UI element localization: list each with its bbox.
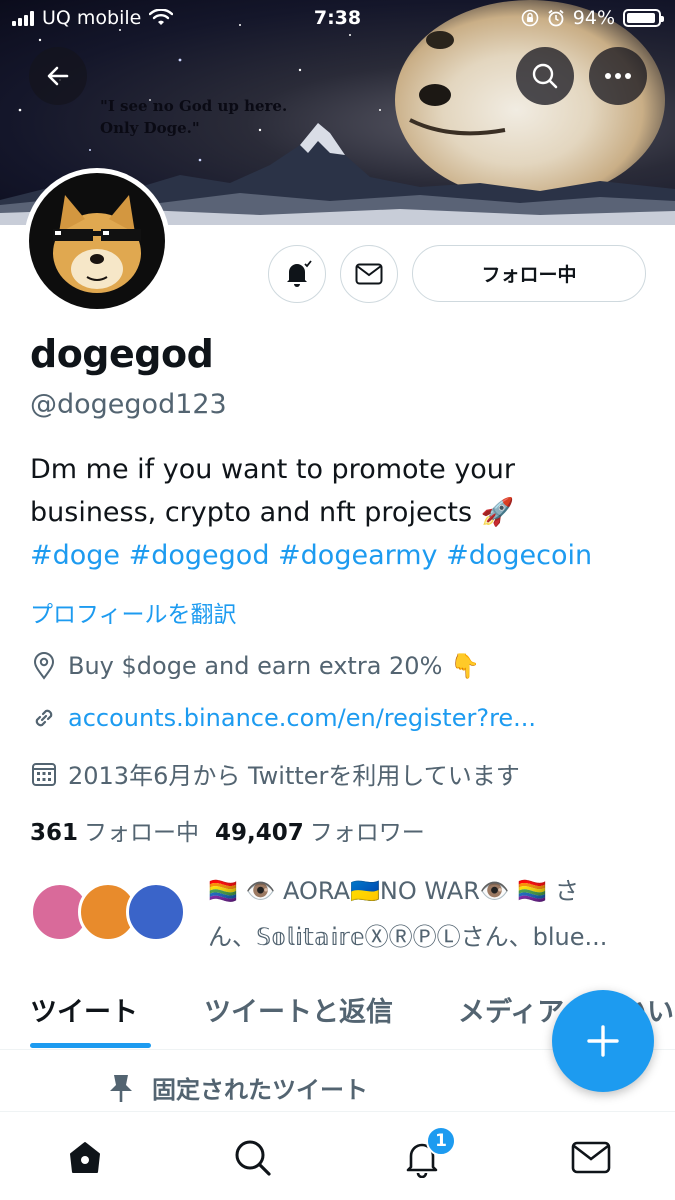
- avatar-image: [29, 173, 165, 309]
- envelope-icon: [571, 1141, 611, 1174]
- joined-row: 2013年6月から Twitterを利用しています: [30, 756, 520, 791]
- user-handle: @dogegod123: [30, 389, 227, 420]
- battery-icon: [623, 9, 664, 27]
- home-icon: [70, 1142, 100, 1173]
- followers-count-link[interactable]: 49,407 フォロワー: [215, 813, 425, 847]
- followers-count: 49,407: [215, 820, 304, 846]
- envelope-icon: [355, 263, 383, 285]
- tab-tweets[interactable]: ツイート: [30, 990, 138, 1029]
- display-name: dogegod: [30, 332, 214, 376]
- status-right-group: 94%: [521, 7, 664, 29]
- hashtag-link[interactable]: #dogegod: [129, 540, 270, 571]
- following-label: フォロー中: [84, 820, 200, 846]
- link-icon: [35, 709, 53, 727]
- more-horizontal-icon: [605, 73, 631, 79]
- profile-avatar[interactable]: [24, 168, 170, 314]
- pinned-tweet-label: 固定されたツイート: [108, 1070, 368, 1105]
- active-tab-indicator: [30, 1043, 151, 1048]
- bio-line-2: business, crypto and nft projects 🚀: [30, 497, 515, 528]
- battery-percent: 94%: [572, 7, 615, 29]
- bottom-navigation: 1: [0, 1111, 675, 1200]
- rotation-lock-icon: [521, 9, 539, 27]
- status-bar: UQ mobile 7:38 94%: [0, 0, 675, 38]
- compose-tweet-button[interactable]: [552, 990, 654, 1092]
- tab-media[interactable]: メディア: [458, 990, 564, 1029]
- back-button[interactable]: [29, 47, 87, 105]
- following-count-link[interactable]: 361 フォロー中: [30, 813, 199, 847]
- joined-text: 2013年6月から Twitterを利用しています: [68, 762, 520, 790]
- location-row: Buy $doge and earn extra 20% 👇: [30, 652, 480, 680]
- arrow-left-icon: [47, 66, 69, 86]
- location-text: Buy $doge and earn extra 20% 👇: [68, 652, 480, 680]
- followers-you-know[interactable]: 🏳️‍🌈 👁️ AORA🇺🇦NO WAR👁️ 🏳️‍🌈 さ ん、𝕊𝕠𝕝𝕚𝕥𝕒𝕚𝕣…: [30, 868, 650, 958]
- followers-label: フォロワー: [309, 820, 425, 846]
- nav-search[interactable]: [229, 1134, 277, 1182]
- more-options-button[interactable]: [589, 47, 647, 105]
- profile-bio: Dm me if you want to promote your busine…: [30, 448, 650, 577]
- bio-hashtags: #doge #dogegod #dogearmy #dogecoin: [30, 534, 650, 577]
- search-icon: [532, 63, 558, 89]
- alarm-icon: [548, 9, 564, 27]
- bio-line-1: Dm me if you want to promote your: [30, 454, 516, 485]
- plus-icon: [587, 1025, 619, 1057]
- followers-you-know-text: 🏳️‍🌈 👁️ AORA🇺🇦NO WAR👁️ 🏳️‍🌈 さ ん、𝕊𝕠𝕝𝕚𝕥𝕒𝕚𝕣…: [208, 877, 608, 951]
- following-button[interactable]: フォロー中: [412, 245, 646, 302]
- location-pin-icon: [33, 652, 55, 680]
- website-link[interactable]: accounts.binance.com/en/register?re...: [68, 704, 536, 732]
- hashtag-link[interactable]: #dogearmy: [278, 540, 437, 571]
- bell-check-icon: [287, 260, 312, 287]
- notifications-badge: 1: [426, 1126, 456, 1156]
- follow-counts: 361 フォロー中 49,407 フォロワー: [30, 813, 425, 847]
- search-button[interactable]: [516, 47, 574, 105]
- calendar-icon: [32, 762, 56, 786]
- hashtag-link[interactable]: #doge: [30, 540, 120, 571]
- follower-avatar: [126, 882, 186, 942]
- tab-tweets-and-replies[interactable]: ツイートと返信: [204, 990, 393, 1029]
- search-icon: [235, 1140, 271, 1176]
- nav-messages[interactable]: [567, 1134, 615, 1182]
- website-row: accounts.binance.com/en/register?re...: [30, 704, 536, 732]
- message-button[interactable]: [340, 245, 398, 303]
- pin-icon: [110, 1074, 132, 1102]
- translate-profile-link[interactable]: プロフィールを翻訳: [30, 595, 237, 629]
- hashtag-link[interactable]: #dogecoin: [446, 540, 592, 571]
- nav-notifications[interactable]: 1: [398, 1126, 456, 1182]
- notifications-toggle-button[interactable]: [268, 245, 326, 303]
- following-count: 361: [30, 820, 79, 846]
- battery-fill: [627, 13, 656, 23]
- nav-home[interactable]: [61, 1134, 109, 1182]
